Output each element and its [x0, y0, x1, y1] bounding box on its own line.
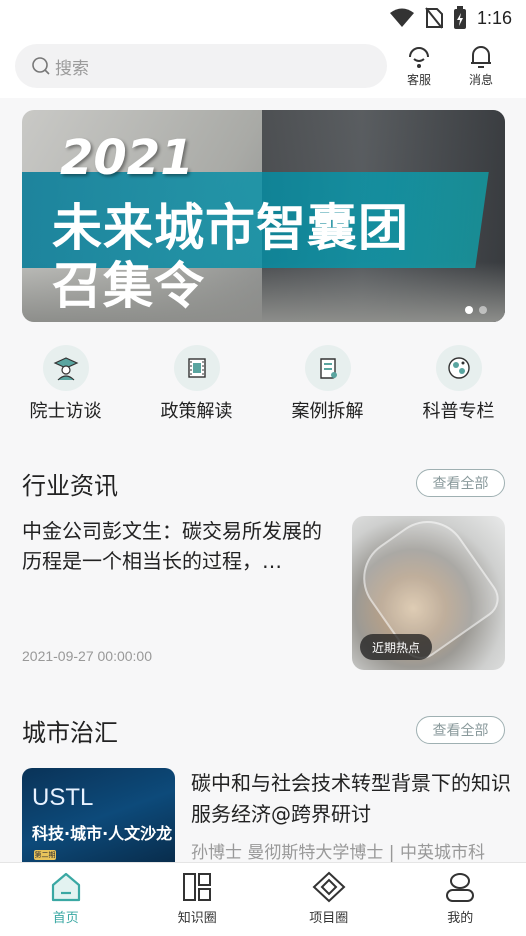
cover-subtitle: 科技·城市·人文沙龙: [32, 824, 173, 843]
cover-tag: 第二期: [34, 850, 56, 860]
bell-icon: [471, 46, 491, 68]
status-bar: 1:16: [0, 0, 526, 36]
customer-service-label: 客服: [406, 73, 431, 87]
no-sim-icon: [425, 7, 443, 29]
banner-dot[interactable]: [479, 306, 487, 314]
news-thumbnail: 近期热点: [352, 516, 505, 670]
category-label: 案例拆解: [291, 401, 364, 422]
industry-view-all-button[interactable]: 查看全部: [416, 469, 505, 497]
banner-subheadline: 召集令: [52, 257, 205, 315]
article-author: 孙博士 曼彻斯特大学博士 | 中英城市科: [191, 843, 485, 863]
film-icon: [173, 345, 220, 391]
tab-knowledge-circle[interactable]: 知识圈: [132, 863, 264, 936]
search-icon: [32, 57, 50, 75]
article-cover-image: USTL 科技·城市·人文沙龙 第二期: [22, 768, 175, 868]
wifi-icon: [389, 8, 414, 27]
top-bar: 搜索 客服 消息: [0, 36, 526, 98]
tab-label: 我的: [447, 911, 474, 926]
category-row: 院士访谈 政策解读 案例拆解 科普专栏: [0, 345, 526, 425]
tab-label: 知识圈: [177, 911, 217, 926]
category-academician-interview[interactable]: 院士访谈: [0, 345, 131, 425]
tab-project-circle[interactable]: 项目圈: [263, 863, 395, 936]
tab-label: 项目圈: [309, 911, 349, 926]
headset-icon: [409, 47, 429, 68]
category-policy-interpretation[interactable]: 政策解读: [131, 345, 262, 425]
city-section-title: 城市治汇: [22, 719, 118, 747]
banner-year: 2021: [60, 130, 194, 186]
customer-service-button[interactable]: 客服: [397, 42, 441, 88]
battery-icon: [453, 6, 466, 29]
city-article-item[interactable]: USTL 科技·城市·人文沙龙 第二期 碳中和与社会技术转型背景下的知识服务经济…: [0, 768, 526, 868]
cover-title: USTL: [32, 784, 94, 811]
banner-pagination: [465, 306, 487, 314]
banner-dot-active[interactable]: [465, 306, 473, 314]
category-label: 科普专栏: [422, 401, 495, 422]
bottom-tab-bar: 首页 知识圈 项目圈 我的: [0, 862, 526, 936]
messages-label: 消息: [468, 73, 493, 87]
home-icon: [51, 872, 80, 902]
scroll-icon: [304, 345, 351, 391]
diamond-icon: [312, 871, 346, 903]
messages-button[interactable]: 消息: [459, 42, 503, 88]
user-icon: [446, 873, 475, 902]
news-title: 中金公司彭文生：碳交易所发展的历程是一个相当长的过程，…: [22, 519, 322, 573]
tab-label: 首页: [52, 911, 79, 926]
category-label: 政策解读: [160, 401, 233, 422]
tab-home[interactable]: 首页: [0, 863, 132, 936]
scholar-icon: [42, 345, 89, 391]
status-time: 1:16: [476, 7, 512, 28]
industry-section-title: 行业资讯: [22, 472, 118, 500]
search-input[interactable]: 搜索: [15, 44, 387, 88]
hot-badge: 近期热点: [360, 634, 433, 660]
category-label: 院士访谈: [29, 401, 102, 422]
globe-icon: [435, 345, 482, 391]
banner-carousel[interactable]: 2021 未来城市智囊团 召集令: [22, 110, 505, 322]
grid-icon: [183, 873, 212, 901]
category-science-column[interactable]: 科普专栏: [393, 345, 524, 425]
search-placeholder: 搜索: [55, 58, 89, 79]
category-case-analysis[interactable]: 案例拆解: [262, 345, 393, 425]
news-date: 2021-09-27 00:00:00: [22, 648, 152, 664]
article-title: 碳中和与社会技术转型背景下的知识服务经济@跨界研讨: [191, 771, 511, 826]
tab-mine[interactable]: 我的: [395, 863, 526, 936]
industry-news-item[interactable]: 中金公司彭文生：碳交易所发展的历程是一个相当长的过程，… 2021-09-27 …: [0, 510, 526, 690]
city-view-all-button[interactable]: 查看全部: [416, 716, 505, 744]
